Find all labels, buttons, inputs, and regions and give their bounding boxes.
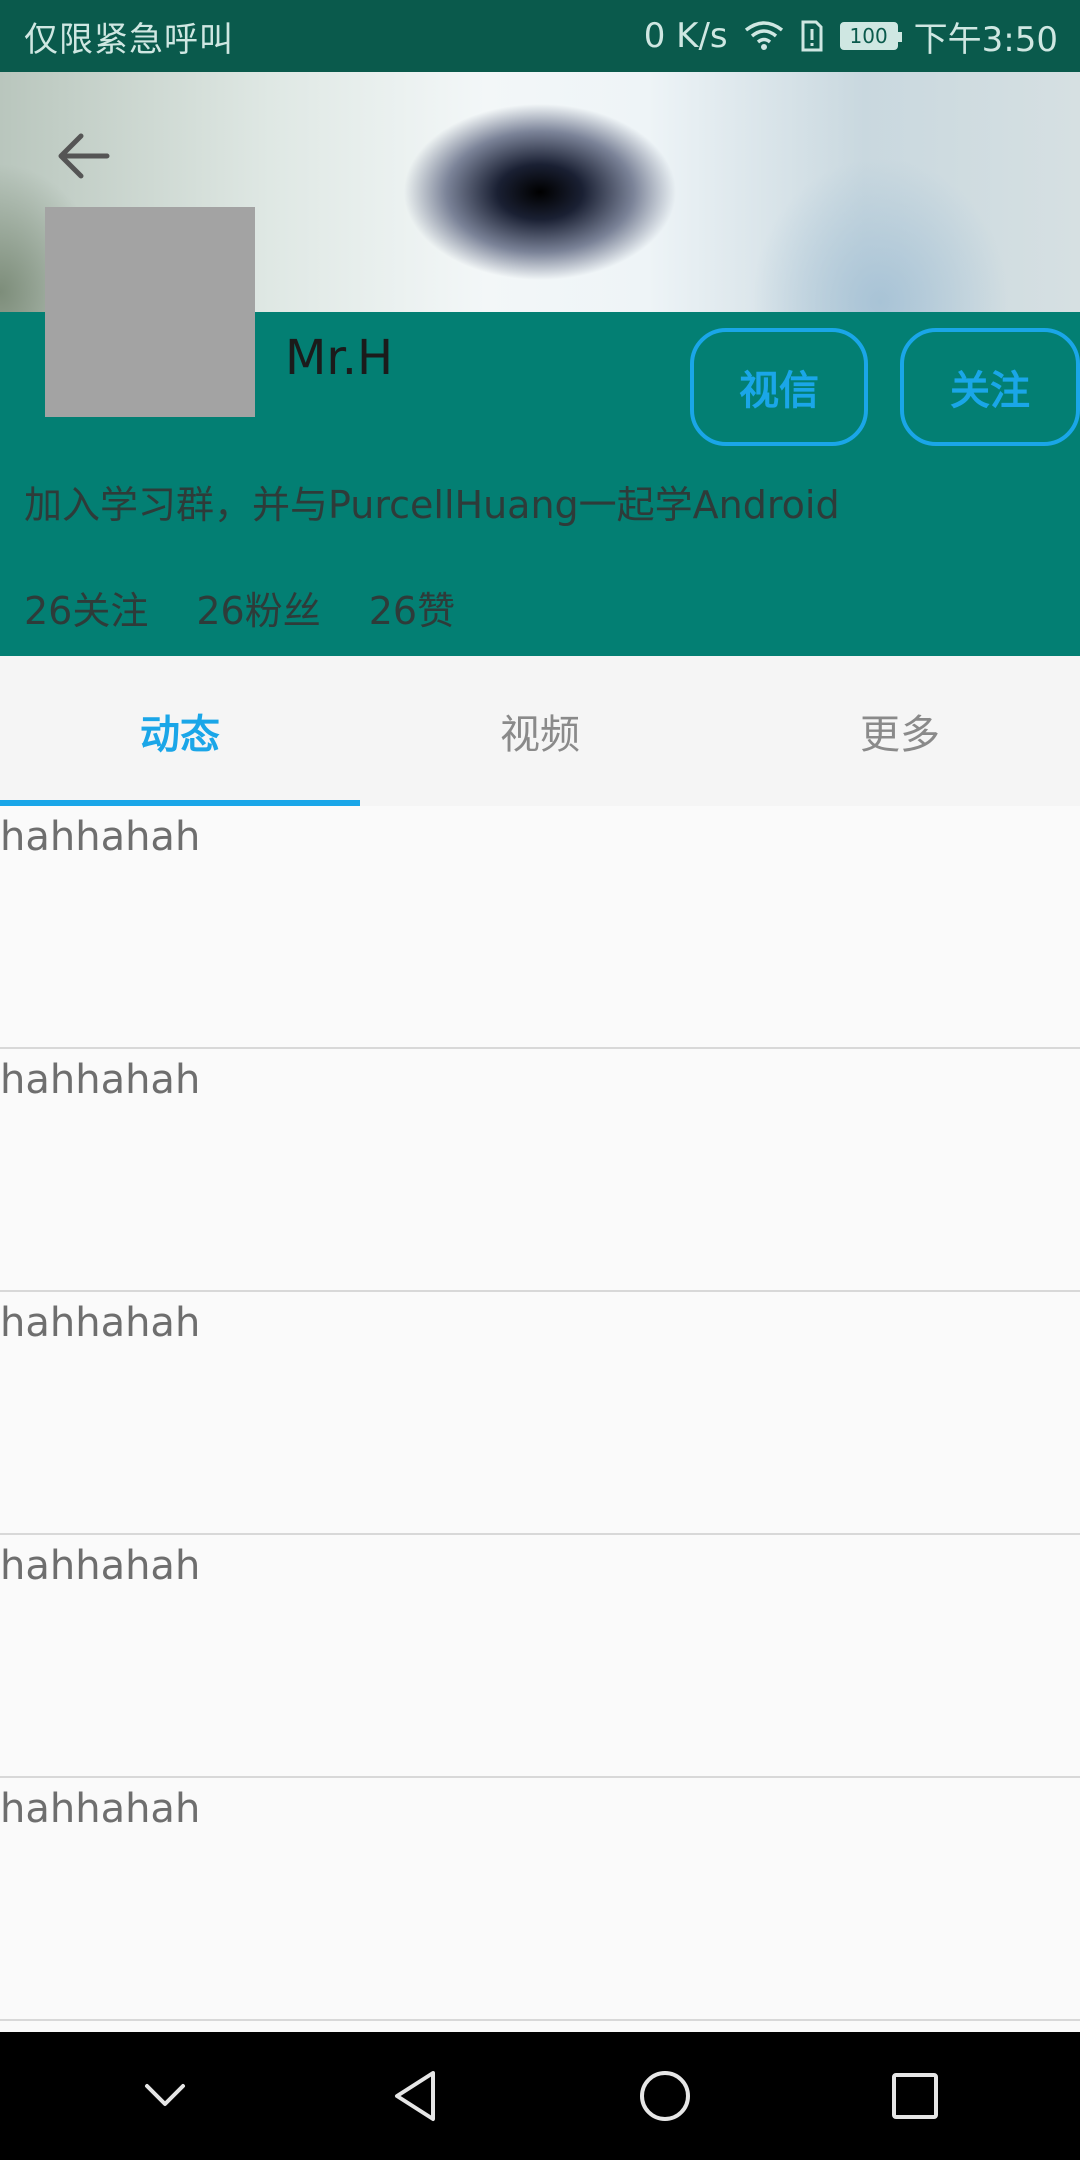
carrier-text: 仅限紧急呼叫: [24, 19, 234, 60]
back-button[interactable]: [52, 124, 116, 188]
list-item[interactable]: hahhahah: [0, 1049, 1080, 1292]
nav-recent-button[interactable]: [865, 2046, 965, 2146]
profile-bio: 加入学习群，并与PurcellHuang一起学Android: [24, 483, 840, 527]
tab-videos[interactable]: 视频: [360, 656, 720, 806]
profile-stats: 26关注 26粉丝 26赞: [24, 580, 455, 635]
chevron-down-icon: [145, 2084, 185, 2106]
nav-home-button[interactable]: [615, 2046, 715, 2146]
list-item[interactable]: hahhahah: [0, 806, 1080, 1049]
list-item[interactable]: hahhahah: [0, 1535, 1080, 1778]
avatar[interactable]: [45, 207, 255, 417]
battery-icon: 100: [839, 22, 902, 50]
net-speed: 0 K/s: [643, 16, 728, 56]
follow-button[interactable]: 关注: [900, 328, 1080, 446]
sim-alert-icon: [800, 20, 824, 52]
status-right: 0 K/s 100 下午3:50: [644, 12, 1058, 61]
tab-dynamics[interactable]: 动态: [0, 656, 360, 806]
nav-back-button[interactable]: [365, 2046, 465, 2146]
tab-bar: 动态 视频 更多: [0, 656, 1080, 806]
nav-hide-button[interactable]: [115, 2046, 215, 2146]
list-item[interactable]: hahhahah: [0, 1778, 1080, 2021]
list-item[interactable]: hahhahah: [0, 1292, 1080, 1535]
following-count[interactable]: 26关注: [24, 580, 148, 635]
username: Mr.H: [285, 330, 394, 386]
arrow-left-icon: [58, 133, 110, 179]
tab-more[interactable]: 更多: [720, 656, 1080, 806]
triangle-back-icon: [395, 2071, 435, 2121]
message-button[interactable]: 视信: [690, 328, 868, 446]
fans-count[interactable]: 26粉丝: [196, 580, 320, 635]
navigation-bar: [0, 2032, 1080, 2160]
likes-count[interactable]: 26赞: [369, 580, 455, 635]
wifi-icon: [744, 20, 784, 52]
circle-home-icon: [640, 2071, 690, 2121]
status-bar: 仅限紧急呼叫 0 K/s 100 下午3:50: [0, 0, 1080, 72]
clock: 下午3:50: [913, 19, 1058, 60]
square-recent-icon: [892, 2073, 938, 2119]
feed-list[interactable]: hahhahah hahhahah hahhahah hahhahah hahh…: [0, 806, 1080, 2032]
